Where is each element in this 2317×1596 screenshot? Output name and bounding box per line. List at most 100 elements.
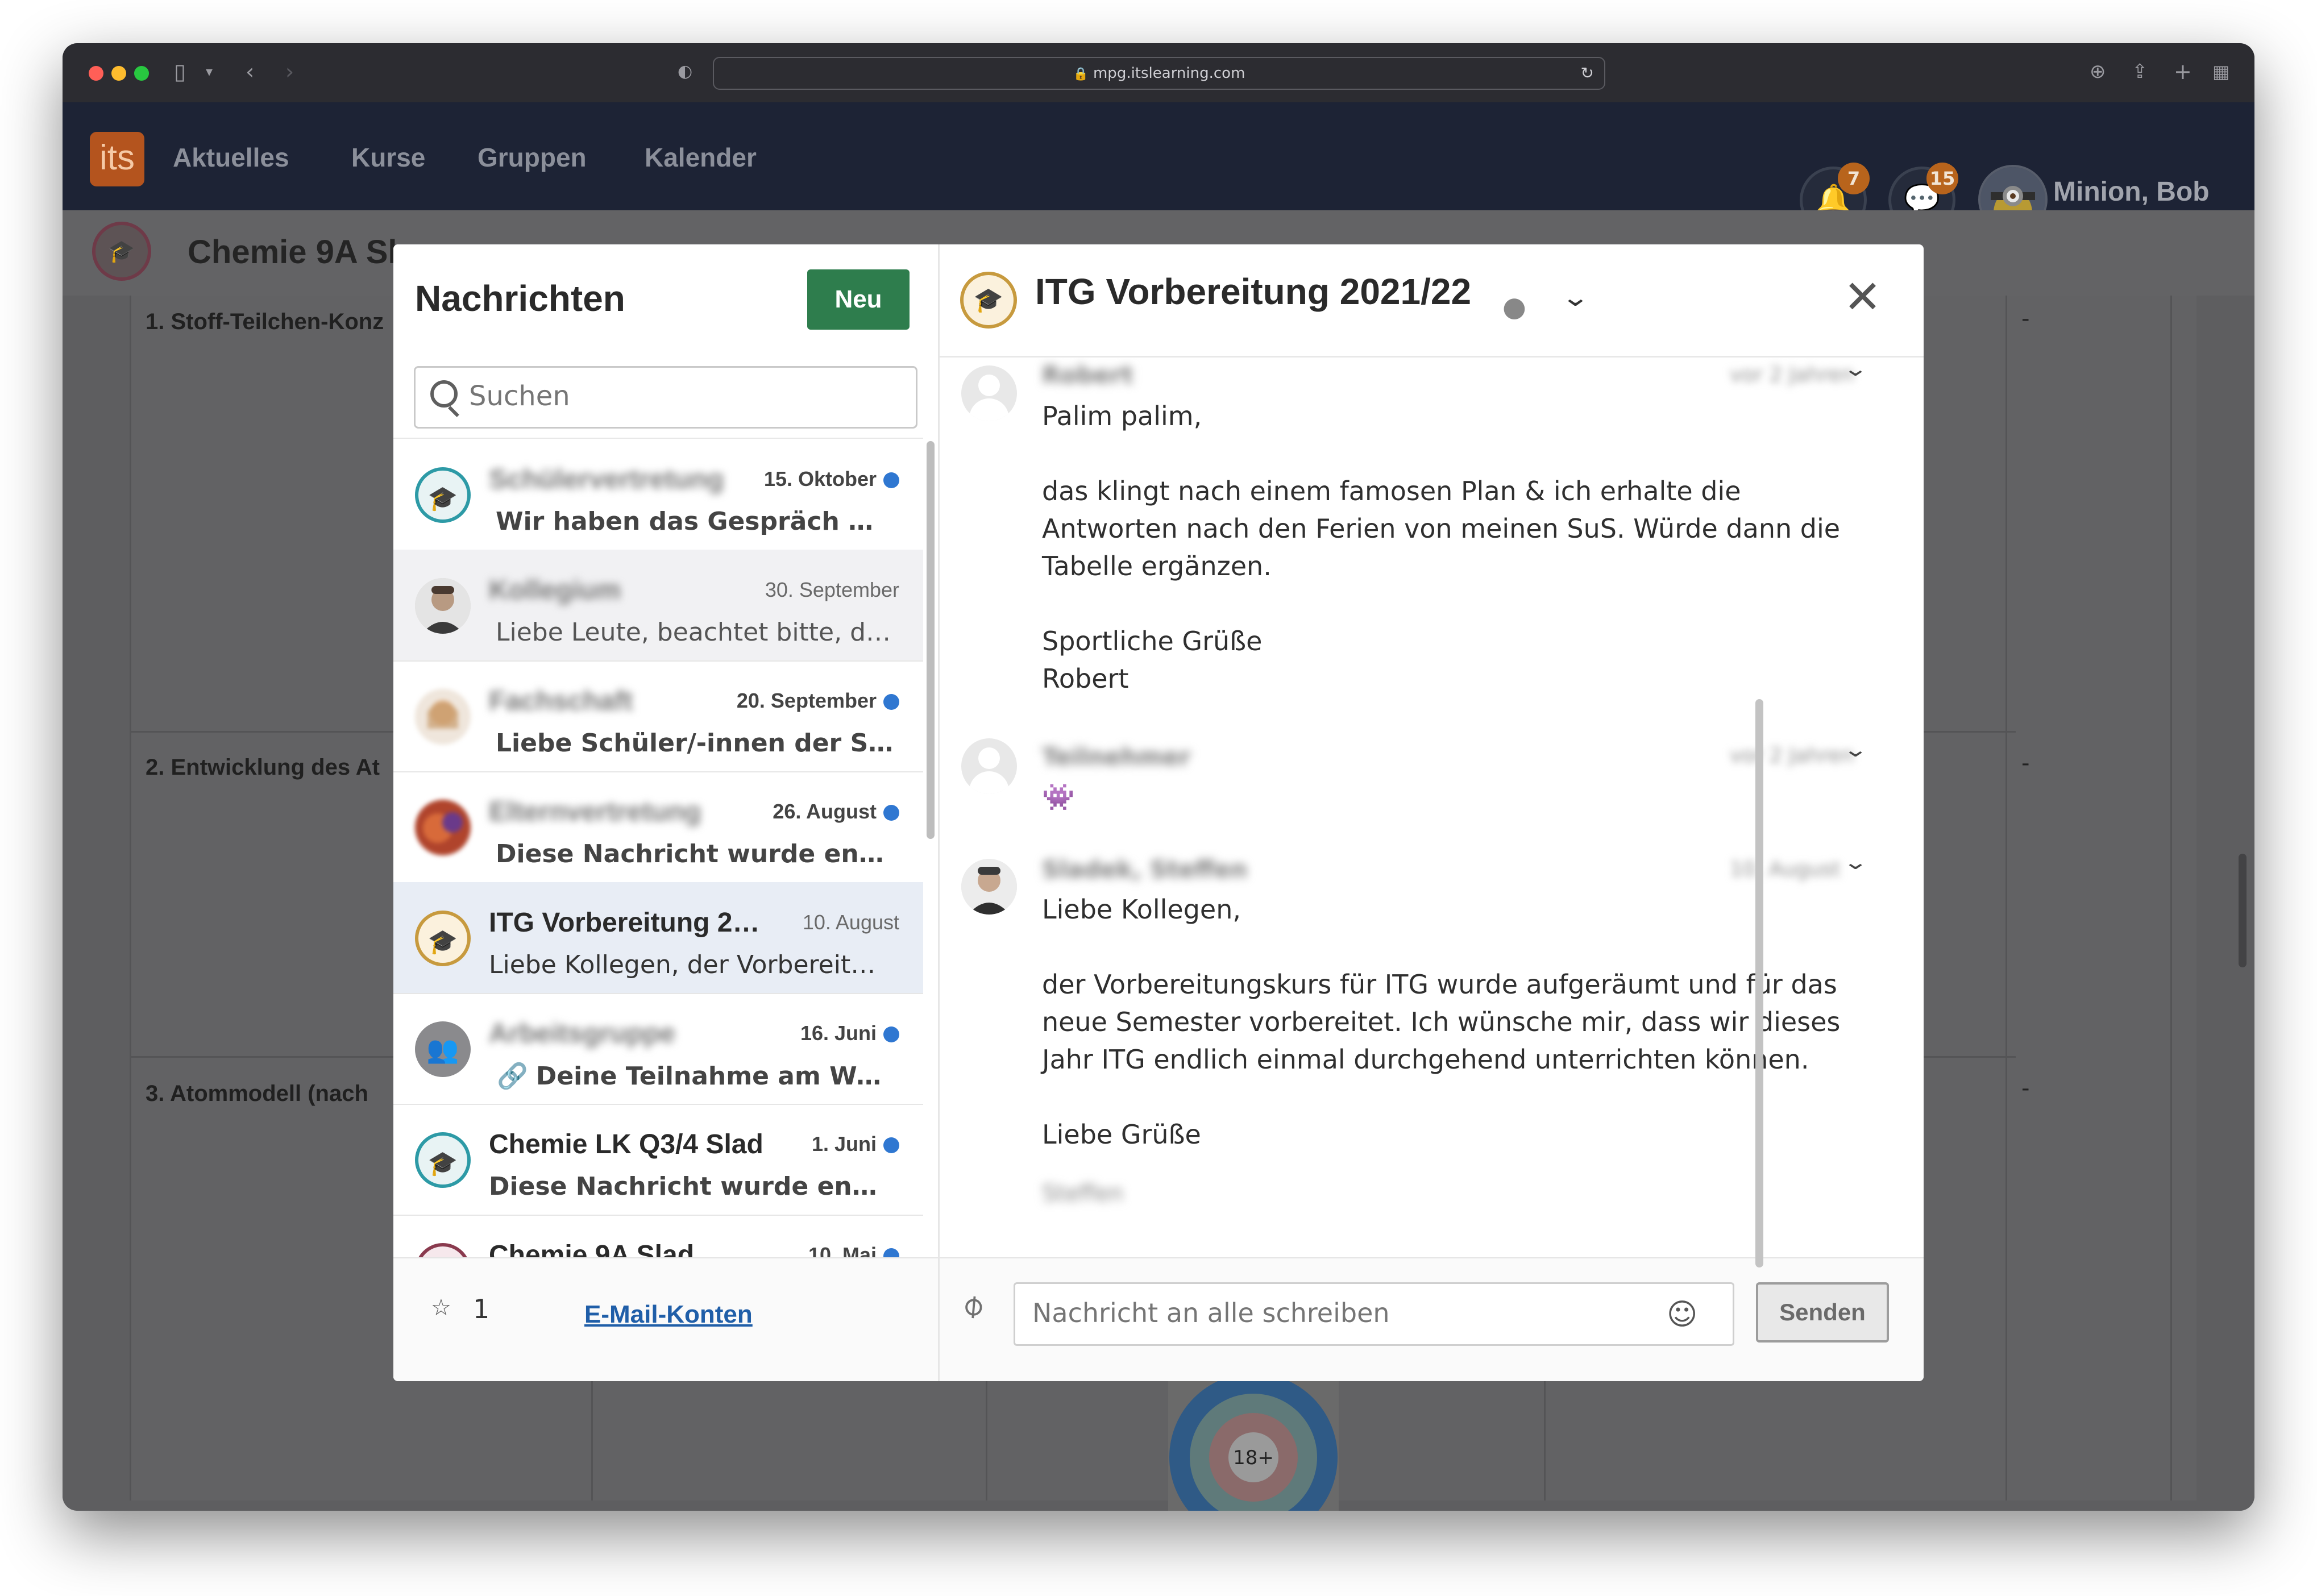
chevron-down-icon[interactable]: ⌄: [1561, 283, 1591, 312]
nav-kurse[interactable]: Kurse: [351, 142, 425, 173]
chevron-down-icon[interactable]: ⌄: [1842, 738, 1868, 762]
conversation-date: 10. Mai: [808, 1243, 899, 1258]
zoom-window-button[interactable]: [134, 66, 149, 81]
person-avatar: [415, 578, 471, 634]
course-avatar-icon: 🎓: [415, 1243, 471, 1258]
minimize-window-button[interactable]: [111, 66, 126, 81]
message-sender: Robert: [1042, 361, 1133, 389]
table-divider: [130, 296, 131, 1501]
paperclip-icon: 🔗: [497, 1062, 528, 1091]
conversation-preview: Liebe Kollegen, der Vorbereitungsk…: [489, 950, 887, 979]
attach-icon[interactable]: ⌀: [953, 1285, 991, 1325]
conversation-date: 26. August: [773, 800, 899, 824]
messages-dialog: Nachrichten Neu 🎓 Schülervertretung 15. …: [393, 244, 1924, 1381]
search-icon: [430, 380, 458, 408]
conversation-date: 15. Oktober: [764, 467, 899, 491]
conversation-date: 16. Juni: [800, 1021, 899, 1045]
message-time: vor 2 Jahren: [1730, 744, 1854, 767]
conversation-item[interactable]: 🎓 Schülervertretung 15. Oktober Wir habe…: [393, 439, 923, 551]
chevron-down-icon[interactable]: ⌄: [1842, 358, 1868, 381]
conversation-item-active[interactable]: 🎓 ITG Vorbereitung 2… 10. August Liebe K…: [393, 882, 923, 994]
message-sender: Sladek, Steffen: [1042, 855, 1248, 883]
conversation-preview: Diese Nachricht wurde entfernt: [489, 1172, 887, 1201]
conversation-preview: Liebe Leute, beachtet bitte, dass u…: [496, 618, 894, 647]
course-title: Chemie 9A Sl: [188, 234, 397, 271]
back-icon[interactable]: ‹: [246, 60, 254, 83]
itslearning-logo[interactable]: its: [90, 132, 144, 186]
conversation-item[interactable]: Fachschaft 20. September Liebe Schüler/-…: [393, 660, 923, 772]
person-avatar: [415, 689, 471, 745]
search-field[interactable]: [414, 366, 917, 429]
address-text: mpg.itslearning.com: [1093, 65, 1245, 82]
email-accounts-link[interactable]: E-Mail-Konten: [584, 1300, 753, 1329]
conversation-preview: Liebe Schüler/-innen der S3, die…: [496, 729, 894, 758]
nav-gruppen[interactable]: Gruppen: [477, 142, 587, 173]
conversation-list[interactable]: 🎓 Schülervertretung 15. Oktober Wir habe…: [393, 438, 923, 1258]
conversation-name: Chemie 9A Slad: [489, 1240, 695, 1258]
address-bar[interactable]: 🔒 mpg.itslearning.com ↻: [713, 57, 1605, 90]
conversation-item[interactable]: Kollegium 30. September Liebe Leute, bea…: [393, 550, 923, 662]
unread-dot-icon: [883, 694, 899, 710]
star-icon[interactable]: ☆: [431, 1295, 451, 1321]
conversation-name: Fachschaft: [489, 686, 633, 716]
message-body: Palim palim, das klingt nach einem famos…: [1042, 401, 1841, 694]
message-signature: Steffen: [1042, 1181, 1124, 1207]
starred-count: 1: [473, 1294, 490, 1324]
browser-titlebar: ▯ ▾ ‹ › ◐ 🔒 mpg.itslearning.com ↻ ⊕ ⇪ + ▦: [63, 43, 2254, 102]
unread-dot-icon: [883, 1137, 899, 1154]
conversation-item[interactable]: Elternvertretung 26. August Diese Nachri…: [393, 771, 923, 883]
close-icon[interactable]: ✕: [1843, 271, 1882, 323]
conversation-panel: 🎓 ITG Vorbereitung 2021/22 ● ⌄ ✕ Robert …: [940, 244, 1924, 1381]
table-cell-value: -: [2021, 1075, 2030, 1102]
reload-icon[interactable]: ↻: [1581, 58, 1594, 89]
tab-overview-icon[interactable]: ▦: [2212, 60, 2229, 83]
table-row-label: 3. Atommodell (nach: [146, 1081, 368, 1106]
graduation-cap-icon: 🎓: [92, 222, 151, 281]
forward-icon[interactable]: ›: [285, 60, 294, 83]
share-icon[interactable]: ⇪: [2132, 60, 2148, 83]
chevron-down-icon[interactable]: ▾: [206, 60, 213, 83]
send-button[interactable]: Senden: [1756, 1282, 1889, 1343]
table-row-label: 1. Stoff-Teilchen-Konz: [146, 309, 384, 334]
notifications-badge: 7: [1838, 163, 1870, 194]
conversation-list-panel: Nachrichten Neu 🎓 Schülervertretung 15. …: [393, 244, 938, 1381]
table-cell-value: -: [2021, 750, 2030, 776]
close-window-button[interactable]: [89, 66, 103, 81]
table-cell-value: -: [2021, 306, 2030, 332]
sidebar-toggle-icon[interactable]: ▯: [174, 60, 186, 83]
conversation-date: 30. September: [765, 578, 899, 601]
conversation-preview: Wir haben das Gespräch …: [496, 507, 874, 536]
list-scrollbar[interactable]: [927, 441, 935, 839]
nav-aktuelles[interactable]: Aktuelles: [173, 142, 289, 173]
new-tab-icon[interactable]: +: [2174, 60, 2192, 83]
conversation-item[interactable]: 👥 Arbeitsgruppe 16. Juni 🔗 Deine Teilnahm…: [393, 993, 923, 1105]
atom-model-image: 18+: [1168, 1372, 1339, 1511]
user-name[interactable]: Minion, Bob: [2053, 176, 2210, 207]
participants-icon[interactable]: ●: [1502, 291, 1526, 323]
conversation-item[interactable]: 🎓 Chemie LK Q3/4 Slad 1. Juni Diese Nach…: [393, 1104, 923, 1216]
download-icon[interactable]: ⊕: [2090, 60, 2106, 83]
conversation-name: Arbeitsgruppe: [489, 1019, 676, 1049]
chevron-down-icon[interactable]: ⌄: [1842, 851, 1868, 874]
conversation-item[interactable]: 🎓 Chemie 9A Slad 10. Mai: [393, 1215, 923, 1258]
nav-kalender[interactable]: Kalender: [645, 142, 757, 173]
new-message-button[interactable]: Neu: [807, 269, 910, 330]
conversation-preview: 🔗Deine Teilnahme am Works…: [497, 1062, 895, 1091]
message-sender: Teilnehmer: [1042, 743, 1191, 771]
compose-input[interactable]: [1031, 1284, 1647, 1342]
table-divider: [2005, 296, 2007, 1501]
person-avatar: [415, 800, 471, 855]
course-avatar-icon: 🎓: [415, 467, 471, 523]
compose-field[interactable]: ☺: [1014, 1282, 1734, 1346]
conversation-date: 1. Juni: [812, 1132, 899, 1156]
thread-scrollbar[interactable]: [1755, 699, 1763, 1267]
course-avatar-icon: 🎓: [415, 911, 471, 966]
conversation-title: ITG Vorbereitung 2021/22: [1035, 271, 1472, 312]
course-avatar-icon: 🎓: [960, 272, 1017, 329]
list-footer: ☆ 1 E-Mail-Konten: [393, 1257, 938, 1381]
conversation-name: Elternvertretung: [489, 797, 701, 827]
search-input[interactable]: [468, 368, 902, 425]
privacy-shield-icon[interactable]: ◐: [678, 60, 692, 83]
page-scrollbar[interactable]: [2239, 854, 2247, 967]
emoji-icon[interactable]: ☺: [1667, 1298, 1697, 1332]
